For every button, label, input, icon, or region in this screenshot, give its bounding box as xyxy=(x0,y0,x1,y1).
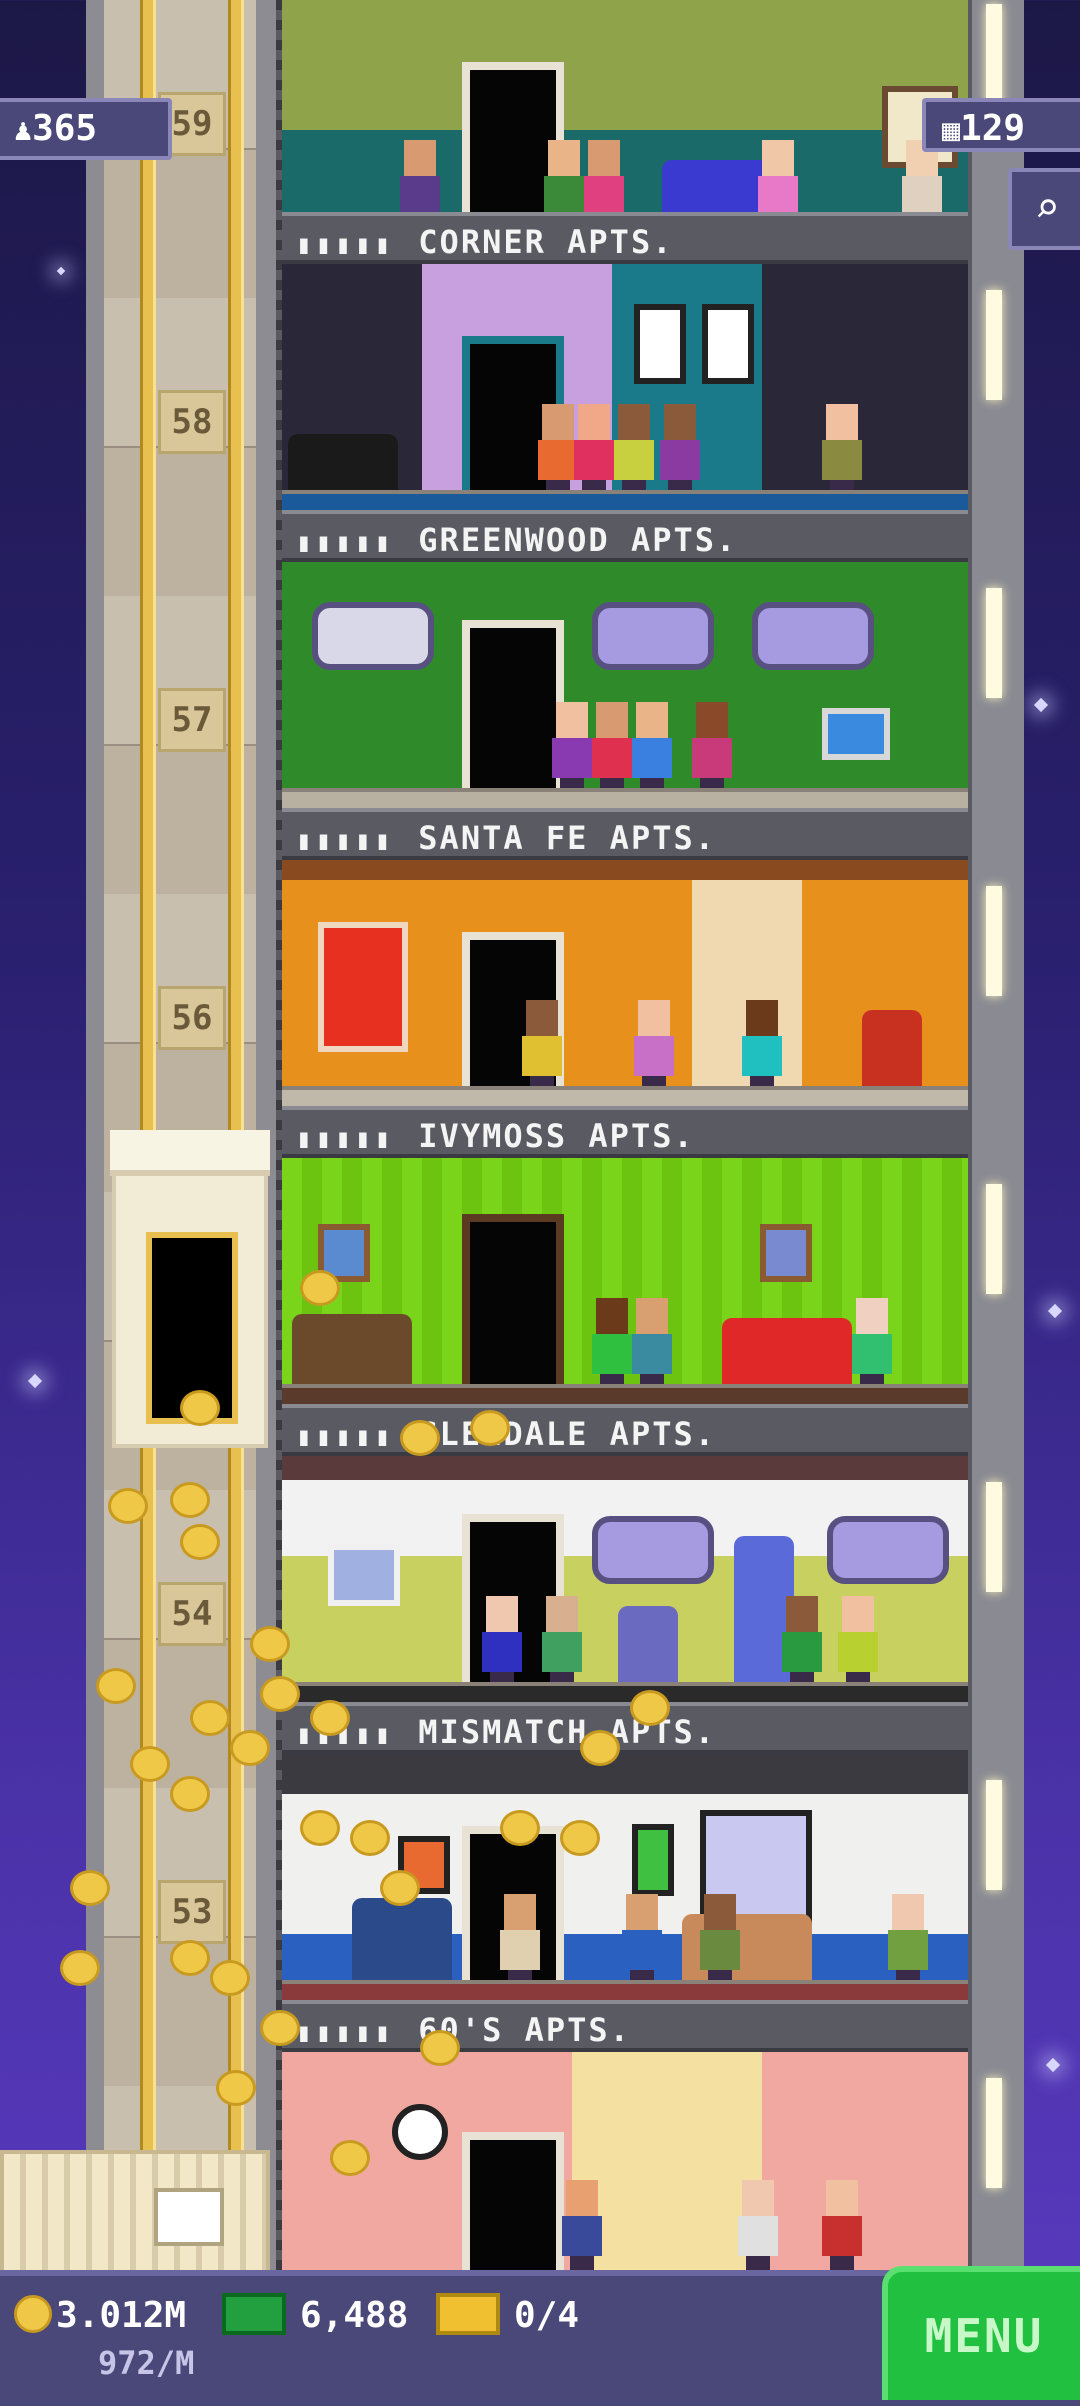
floor-number-56: 56 xyxy=(158,986,226,1050)
star xyxy=(56,266,66,276)
coin[interactable] xyxy=(230,1730,270,1766)
floors-badge[interactable]: ▦129 xyxy=(922,98,1080,152)
tickets-display[interactable]: 0/4 xyxy=(436,2290,579,2342)
coin[interactable] xyxy=(170,1482,210,1518)
coin[interactable] xyxy=(216,2070,256,2106)
search-button[interactable]: ⌕ xyxy=(1008,168,1080,250)
wall-light xyxy=(986,1780,1002,1890)
coins-value: 3.012M xyxy=(56,2295,187,2336)
floor-label-60s-apts[interactable]: ▮▮▮▮▮ 60'S APTS. xyxy=(282,2000,968,2052)
coin[interactable] xyxy=(180,1390,220,1426)
building-icon: ▦ xyxy=(942,113,961,148)
floor-label-santa-fe-apts[interactable]: ▮▮▮▮▮ SANTA FE APTS. xyxy=(282,808,968,860)
coin[interactable] xyxy=(330,2140,370,2176)
storage-crate[interactable] xyxy=(0,2150,270,2278)
floor-number-53: 53 xyxy=(158,1880,226,1944)
bux-display[interactable]: 6,488 xyxy=(222,2290,408,2342)
box-icon xyxy=(154,2188,224,2246)
coin[interactable] xyxy=(580,1730,620,1766)
coin[interactable] xyxy=(108,1488,148,1524)
coin[interactable] xyxy=(170,1940,210,1976)
star xyxy=(1045,2057,1061,2073)
floor-name: IVYMOSS APTS. xyxy=(418,1117,695,1155)
elevator-cap xyxy=(110,1130,270,1176)
person-icon: ♟ xyxy=(14,113,33,148)
wall-light xyxy=(986,886,1002,996)
coin[interactable] xyxy=(470,1410,510,1446)
coin[interactable] xyxy=(400,1420,440,1456)
floor-glendale-apts[interactable] xyxy=(282,1158,968,1404)
coins-rate: 972/M xyxy=(98,2344,195,2382)
coins-display[interactable]: 3.012M xyxy=(14,2290,186,2342)
floor-name: MISMATCH APTS. xyxy=(418,1713,716,1751)
floor-count: 129 xyxy=(960,108,1026,149)
coin[interactable] xyxy=(300,1270,340,1306)
population-badge[interactable]: ♟365 xyxy=(0,98,172,160)
coin[interactable] xyxy=(96,1668,136,1704)
coin[interactable] xyxy=(190,1700,230,1736)
coin[interactable] xyxy=(210,1960,250,1996)
floor-name: GLENDALE APTS. xyxy=(418,1415,716,1453)
floor-number-57: 57 xyxy=(158,688,226,752)
floor-label-greenwood-apts[interactable]: ▮▮▮▮▮ GREENWOOD APTS. xyxy=(282,510,968,562)
floor-label-corner-apts[interactable]: ▮▮▮▮▮ CORNER APTS. xyxy=(282,212,968,264)
coin[interactable] xyxy=(420,2030,460,2066)
coin[interactable] xyxy=(260,2010,300,2046)
wall-light xyxy=(986,2078,1002,2188)
floor-label-glendale-apts[interactable]: ▮▮▮▮▮ GLENDALE APTS. xyxy=(282,1404,968,1456)
star xyxy=(1047,1303,1063,1319)
ticket-icon xyxy=(436,2293,500,2335)
coin[interactable] xyxy=(560,1820,600,1856)
coin[interactable] xyxy=(260,1676,300,1712)
floor-label-mismatch-apts[interactable]: ▮▮▮▮▮ MISMATCH APTS. xyxy=(282,1702,968,1754)
star xyxy=(1033,697,1049,713)
coin[interactable] xyxy=(500,1810,540,1846)
floor-greenwood-apts[interactable] xyxy=(282,264,968,510)
floor-kitchen-partial[interactable] xyxy=(282,2052,968,2270)
coin[interactable] xyxy=(310,1700,350,1736)
coin[interactable] xyxy=(70,1870,110,1906)
coin[interactable] xyxy=(180,1524,220,1560)
coin[interactable] xyxy=(130,1746,170,1782)
wall-light xyxy=(986,290,1002,400)
coin[interactable] xyxy=(350,1820,390,1856)
floor-ivymoss-apts[interactable] xyxy=(282,860,968,1106)
tickets-value: 0/4 xyxy=(514,2295,580,2336)
bux-icon xyxy=(222,2293,286,2335)
floor-number-54: 54 xyxy=(158,1582,226,1646)
floor-number-58: 58 xyxy=(158,390,226,454)
coin[interactable] xyxy=(250,1626,290,1662)
wall-light xyxy=(986,588,1002,698)
floor-name: SANTA FE APTS. xyxy=(418,819,716,857)
coin[interactable] xyxy=(60,1950,100,1986)
coin-icon xyxy=(14,2295,52,2333)
floor-label-ivymoss-apts[interactable]: ▮▮▮▮▮ IVYMOSS APTS. xyxy=(282,1106,968,1158)
floor-corner-apts[interactable] xyxy=(282,0,968,246)
star xyxy=(27,1373,43,1389)
population-count: 365 xyxy=(32,108,98,149)
bux-value: 6,488 xyxy=(300,2295,409,2336)
magnifier-icon: ⌕ xyxy=(1034,183,1060,232)
coin[interactable] xyxy=(170,1776,210,1812)
wall-light xyxy=(986,1184,1002,1294)
floor-name: GREENWOOD APTS. xyxy=(418,521,738,559)
menu-button[interactable]: MENU xyxy=(882,2266,1080,2400)
coin[interactable] xyxy=(300,1810,340,1846)
coin[interactable] xyxy=(630,1690,670,1726)
wall-light xyxy=(986,1482,1002,1592)
floor-santa-fe-apts[interactable] xyxy=(282,562,968,808)
floor-name: CORNER APTS. xyxy=(418,223,674,261)
coin[interactable] xyxy=(380,1870,420,1906)
floor-mismatch-apts[interactable] xyxy=(282,1456,968,1702)
